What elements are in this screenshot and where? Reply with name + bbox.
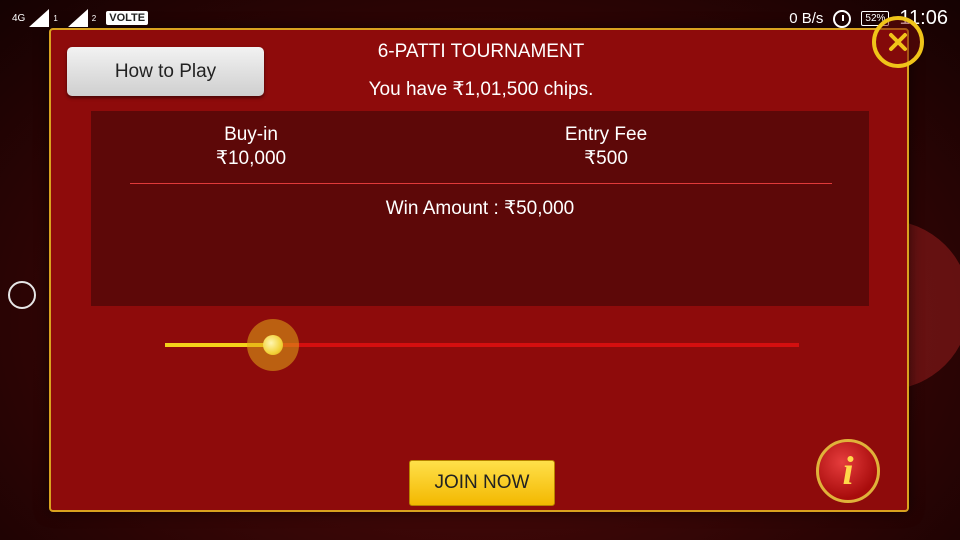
volte-badge: VOLTE	[106, 11, 149, 25]
info-button[interactable]: i	[816, 439, 880, 503]
entry-fee-value: ₹500	[584, 148, 628, 169]
sim-label: 2	[91, 13, 97, 23]
alarm-icon	[833, 9, 852, 28]
status-bar: 4G 1 2 VOLTE 0 B/s 52% 11:06	[0, 0, 960, 36]
dialog-title: 6-PATTI TOURNAMENT	[377, 41, 585, 62]
side-ring-icon[interactable]	[8, 281, 36, 309]
buy-in-stat: Buy-in ₹10,000	[156, 123, 346, 171]
signal-icon	[67, 9, 88, 27]
divider	[130, 183, 832, 184]
info-icon: i	[842, 448, 854, 493]
win-amount: Win Amount : ₹50,000	[385, 198, 575, 219]
sim-label: 1	[53, 13, 58, 23]
tournament-details-panel: Buy-in ₹10,000 Entry Fee ₹500 Win Amount…	[91, 111, 869, 306]
entry-fee-label: Entry Fee	[564, 124, 648, 145]
buy-in-slider[interactable]	[165, 319, 799, 371]
buy-in-label: Buy-in	[224, 124, 278, 145]
join-now-button[interactable]: JOIN NOW	[409, 460, 555, 506]
network-type: 4G	[12, 12, 26, 24]
entry-fee-stat: Entry Fee ₹500	[511, 123, 701, 171]
tournament-dialog: How to Play 6-PATTI TOURNAMENT You have …	[49, 28, 909, 512]
buy-in-value: ₹10,000	[215, 148, 287, 169]
data-speed: 0 B/s	[789, 10, 824, 27]
chips-balance: You have ₹1,01,500 chips.	[368, 79, 594, 100]
close-icon	[889, 33, 907, 51]
slider-thumb[interactable]	[247, 319, 299, 371]
signal-icon	[29, 9, 50, 27]
close-button[interactable]	[872, 16, 924, 68]
